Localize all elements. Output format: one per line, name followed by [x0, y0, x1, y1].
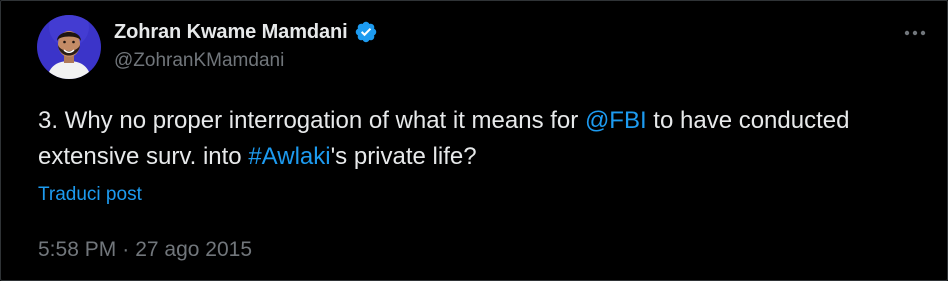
author-name-row: Zohran Kwame Mamdani: [114, 18, 378, 46]
tweet-text-segment: 3. Why no proper interrogation of what i…: [38, 107, 585, 134]
author-display-name[interactable]: Zohran Kwame Mamdani: [114, 21, 348, 44]
avatar-image: [37, 15, 101, 79]
author-avatar[interactable]: [37, 15, 101, 79]
mention-link[interactable]: @FBI: [585, 107, 647, 134]
timestamp-separator: ·: [122, 238, 130, 261]
hashtag-link[interactable]: #Awlaki: [248, 143, 330, 170]
author-handle[interactable]: @ZohranKMamdani: [114, 50, 284, 72]
translate-post-link[interactable]: Traduci post: [38, 184, 142, 206]
tweet-text: 3. Why no proper interrogation of what i…: [38, 103, 918, 175]
more-options-icon[interactable]: [901, 21, 929, 45]
verified-badge-icon[interactable]: [354, 20, 378, 44]
tweet-card: Zohran Kwame Mamdani @ZohranKMamdani 3. …: [0, 0, 948, 281]
tweet-date[interactable]: 27 ago 2015: [135, 238, 252, 262]
tweet-timestamp: 5:58 PM · 27 ago 2015: [38, 238, 252, 262]
tweet-text-segment: 's private life?: [330, 143, 477, 170]
tweet-time[interactable]: 5:58 PM: [38, 238, 116, 262]
